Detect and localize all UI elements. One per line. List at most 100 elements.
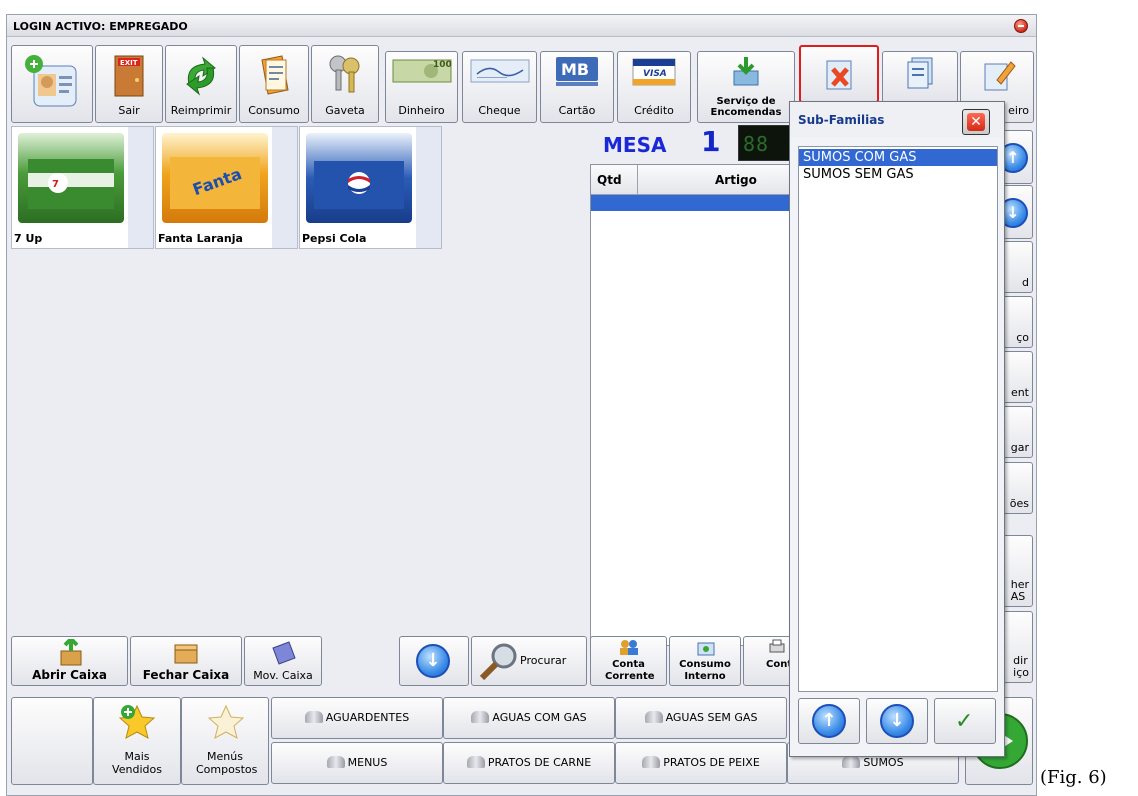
- internal-consumption-button[interactable]: Consumo Interno: [669, 636, 741, 686]
- printer-icon: [769, 639, 785, 653]
- col-qty-header: Qtd: [597, 173, 622, 187]
- drawer-label: Gaveta: [325, 104, 365, 117]
- popup-scroll-down-button[interactable]: ↓: [866, 698, 928, 744]
- svg-text:VISA: VISA: [643, 69, 667, 79]
- star-icon: [118, 704, 156, 739]
- family-aguas-com-gas[interactable]: AGUAS COM GAS: [443, 697, 615, 739]
- close-register-label: Fechar Caixa: [142, 668, 230, 682]
- register-movement-button[interactable]: Mov. Caixa: [244, 636, 322, 686]
- people-icon: [620, 640, 638, 655]
- product-card[interactable]: Pepsi Cola: [299, 126, 442, 249]
- magnifier-icon: [479, 643, 517, 681]
- order-selected-row[interactable]: [591, 195, 789, 211]
- family-label: AGUARDENTES: [325, 711, 410, 724]
- visa-card-icon: VISA: [632, 58, 676, 86]
- family-label: AGUAS COM GAS: [492, 711, 587, 724]
- cheque-icon: [470, 59, 529, 83]
- col-item-header: Artigo: [715, 173, 757, 187]
- svg-text:100: 100: [433, 60, 452, 70]
- subfamilies-list[interactable]: SUMOS COM GAS SUMOS SEM GAS: [798, 146, 998, 692]
- card-label: Cartão: [558, 104, 596, 117]
- popup-header: Sub-Familias ✕: [790, 102, 1004, 138]
- star-outline-icon: [207, 704, 245, 739]
- box-closed-icon: [174, 644, 198, 664]
- reprint-button[interactable]: Reimprimir: [165, 45, 237, 123]
- product-side-strip: [128, 127, 153, 248]
- orders-service-button[interactable]: Serviço de Encomendas: [697, 51, 795, 123]
- product-card[interactable]: Fanta Fanta Laranja: [155, 126, 298, 249]
- family-pratos-de-peixe[interactable]: PRATOS DE PEIXE: [615, 742, 787, 784]
- right-button-3-label: d: [1022, 276, 1029, 289]
- current-account-button[interactable]: Conta Corrente: [590, 636, 667, 686]
- window-close-icon[interactable]: [1014, 19, 1028, 33]
- popup-confirm-button[interactable]: ✓: [934, 698, 996, 744]
- card-button[interactable]: MB Cartão: [540, 51, 614, 123]
- user-card-button[interactable]: [11, 45, 93, 123]
- best-sellers-label: Mais Vendidos: [112, 750, 162, 776]
- exit-button[interactable]: EXIT Sair: [95, 45, 163, 123]
- consumption-button[interactable]: Consumo: [239, 45, 309, 123]
- order-table[interactable]: Qtd Artigo: [590, 164, 790, 646]
- family-aguas-sem-gas[interactable]: AGUAS SEM GAS: [615, 697, 787, 739]
- led-display: 88: [738, 125, 790, 161]
- families-left-spacer: [11, 697, 93, 785]
- product-side-strip: [272, 127, 297, 248]
- combo-menus-button[interactable]: Menús Compostos: [181, 697, 269, 785]
- internal-consumption-label: Consumo Interno: [679, 659, 731, 682]
- cash-button[interactable]: 100 Dinheiro: [385, 51, 458, 123]
- special-account-button[interactable]: Cont Espe: [743, 636, 822, 686]
- dish-icon: [644, 711, 663, 723]
- product-image-pepsi: [306, 133, 412, 223]
- product-name: Pepsi Cola: [302, 232, 367, 245]
- user-card-icon: [25, 55, 77, 107]
- svg-text:MB: MB: [561, 60, 589, 79]
- up-arrow-icon: ↑: [812, 704, 846, 738]
- dish-icon: [466, 756, 485, 768]
- product-side-strip: [416, 127, 441, 248]
- box-up-icon: [60, 639, 82, 666]
- family-label: PRATOS DE CARNE: [487, 756, 592, 769]
- product-card[interactable]: 7 7 Up: [11, 126, 154, 249]
- exit-label: Sair: [118, 104, 140, 117]
- keys-icon: [329, 55, 360, 93]
- family-menus[interactable]: MENUS: [271, 742, 443, 784]
- check-button[interactable]: Cheque: [462, 51, 537, 123]
- svg-text:7: 7: [52, 179, 59, 190]
- checkmark-icon: ✓: [955, 709, 974, 734]
- scroll-down-button[interactable]: ↓: [399, 636, 469, 686]
- copy-button[interactable]: [882, 51, 958, 103]
- right-button-7-label: ões: [1009, 497, 1029, 510]
- drawer-button[interactable]: Gaveta: [311, 45, 379, 123]
- right-button-8-label: her AS: [1010, 578, 1029, 603]
- family-label: PRATOS DE PEIXE: [663, 756, 760, 769]
- product-image-7up: 7: [18, 133, 124, 223]
- search-label: Procurar: [520, 654, 567, 667]
- cancel-item-button[interactable]: [799, 45, 879, 103]
- down-arrow-icon: ↓: [880, 704, 914, 738]
- family-pratos-de-carne[interactable]: PRATOS DE CARNE: [443, 742, 615, 784]
- list-item[interactable]: SUMOS COM GAS: [799, 149, 997, 166]
- exit-door-icon: EXIT: [114, 55, 144, 97]
- document-icon: [261, 55, 289, 95]
- internal-consumption-icon: [697, 642, 715, 656]
- copy-documents-icon: [907, 57, 933, 89]
- popup-close-button[interactable]: ✕: [962, 109, 990, 135]
- popup-scroll-up-button[interactable]: ↑: [798, 698, 860, 744]
- cash-label: Dinheiro: [398, 104, 445, 117]
- right-button-6-label: gar: [1010, 441, 1029, 454]
- search-button[interactable]: Procurar: [471, 636, 587, 686]
- table-number: 1: [701, 125, 721, 158]
- orders-service-label: Serviço de Encomendas: [710, 96, 782, 118]
- list-item[interactable]: SUMOS SEM GAS: [799, 166, 997, 183]
- table-label: MESA: [603, 133, 667, 157]
- dish-icon: [304, 711, 323, 723]
- family-aguardentes[interactable]: AGUARDENTES: [271, 697, 443, 739]
- family-label: MENUS: [347, 756, 388, 769]
- open-register-label: Abrir Caixa: [32, 668, 107, 682]
- close-register-button[interactable]: Fechar Caixa: [130, 636, 242, 686]
- open-register-button[interactable]: Abrir Caixa: [11, 636, 128, 686]
- soda-pack-icon: [314, 161, 404, 209]
- best-sellers-button[interactable]: Mais Vendidos: [93, 697, 181, 785]
- soda-pack-icon: Fanta: [170, 157, 260, 209]
- credit-button[interactable]: VISA Crédito: [617, 51, 691, 123]
